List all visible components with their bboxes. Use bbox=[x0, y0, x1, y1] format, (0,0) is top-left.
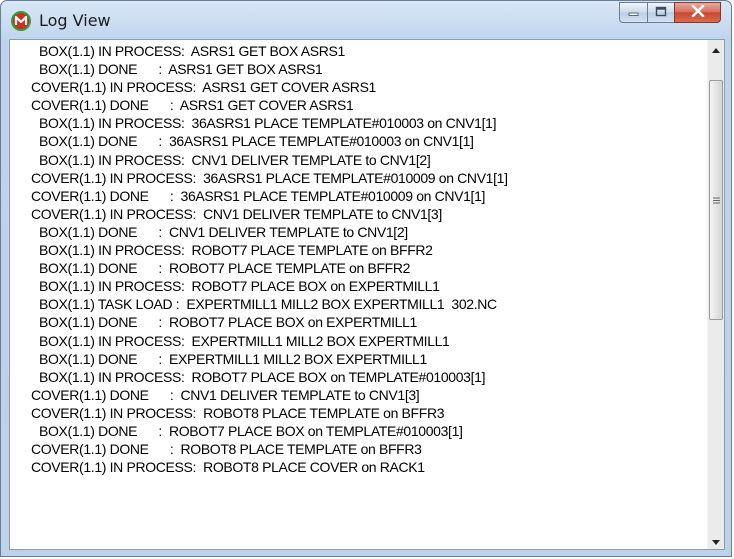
log-line: BOX(1.1) IN PROCESS: 36ASRS1 PLACE TEMPL… bbox=[39, 115, 497, 132]
minimize-icon bbox=[628, 4, 640, 22]
log-panel: BOX(1.1) IN PROCESS: ASRS1 GET BOX ASRS1… bbox=[9, 39, 725, 550]
arrow-up-icon bbox=[712, 40, 720, 58]
grip-icon bbox=[712, 191, 720, 209]
log-line: COVER(1.1) DONE : CNV1 DELIVER TEMPLATE … bbox=[31, 386, 420, 403]
log-line: BOX(1.1) IN PROCESS: ROBOT7 PLACE BOX on… bbox=[39, 368, 486, 385]
log-line: COVER(1.1) DONE : ASRS1 GET COVER ASRS1 bbox=[31, 97, 354, 114]
window-title: Log View bbox=[39, 11, 111, 30]
minimize-button[interactable] bbox=[619, 2, 647, 23]
log-line: COVER(1.1) IN PROCESS: ROBOT8 PLACE TEMP… bbox=[31, 404, 445, 421]
log-line: COVER(1.1) IN PROCESS: ASRS1 GET COVER A… bbox=[31, 79, 376, 96]
maximize-button[interactable] bbox=[647, 2, 674, 23]
title-bar[interactable]: Log View bbox=[1, 1, 731, 39]
log-line: BOX(1.1) IN PROCESS: EXPERTMILL1 MILL2 B… bbox=[39, 332, 450, 349]
close-icon bbox=[691, 4, 705, 22]
log-line: BOX(1.1) DONE : 36ASRS1 PLACE TEMPLATE#0… bbox=[39, 133, 474, 150]
close-button[interactable] bbox=[674, 2, 721, 23]
log-line: BOX(1.1) TASK LOAD : EXPERTMILL1 MILL2 B… bbox=[39, 296, 497, 313]
log-line: COVER(1.1) IN PROCESS: ROBOT8 PLACE COVE… bbox=[31, 459, 425, 476]
log-line: BOX(1.1) DONE : EXPERTMILL1 MILL2 BOX EX… bbox=[39, 350, 427, 367]
log-line: BOX(1.1) IN PROCESS: CNV1 DELIVER TEMPLA… bbox=[39, 151, 431, 168]
log-line: BOX(1.1) DONE : ROBOT7 PLACE BOX on EXPE… bbox=[39, 314, 417, 331]
log-line: COVER(1.1) IN PROCESS: CNV1 DELIVER TEMP… bbox=[31, 205, 442, 222]
scrollbar-thumb[interactable] bbox=[709, 80, 723, 320]
log-line: BOX(1.1) DONE : ROBOT7 PLACE TEMPLATE on… bbox=[39, 260, 411, 277]
log-line: BOX(1.1) DONE : CNV1 DELIVER TEMPLATE to… bbox=[39, 223, 408, 240]
log-line: BOX(1.1) IN PROCESS: ROBOT7 PLACE BOX on… bbox=[39, 278, 440, 295]
log-line: BOX(1.1) DONE : ROBOT7 PLACE BOX on TEMP… bbox=[39, 422, 463, 439]
log-line: COVER(1.1) DONE : ROBOT8 PLACE TEMPLATE … bbox=[31, 441, 422, 458]
maximize-icon bbox=[655, 4, 667, 22]
arrow-down-icon bbox=[712, 532, 720, 550]
scroll-down-button[interactable] bbox=[708, 532, 724, 549]
log-line: COVER(1.1) DONE : 36ASRS1 PLACE TEMPLATE… bbox=[31, 187, 486, 204]
log-line: BOX(1.1) IN PROCESS: ASRS1 GET BOX ASRS1 bbox=[39, 43, 345, 59]
vertical-scrollbar[interactable] bbox=[707, 40, 724, 549]
scroll-up-button[interactable] bbox=[708, 40, 724, 57]
app-logo-icon bbox=[11, 11, 31, 31]
log-line: BOX(1.1) DONE : ASRS1 GET BOX ASRS1 bbox=[39, 61, 323, 78]
log-view-window: Log View BOX(1.1) IN PROCESS: ASRS1 GET … bbox=[0, 0, 732, 557]
log-line: BOX(1.1) IN PROCESS: ROBOT7 PLACE TEMPLA… bbox=[39, 242, 433, 259]
log-list[interactable]: BOX(1.1) IN PROCESS: ASRS1 GET BOX ASRS1… bbox=[10, 40, 705, 551]
log-line: COVER(1.1) IN PROCESS: 36ASRS1 PLACE TEM… bbox=[31, 169, 508, 186]
